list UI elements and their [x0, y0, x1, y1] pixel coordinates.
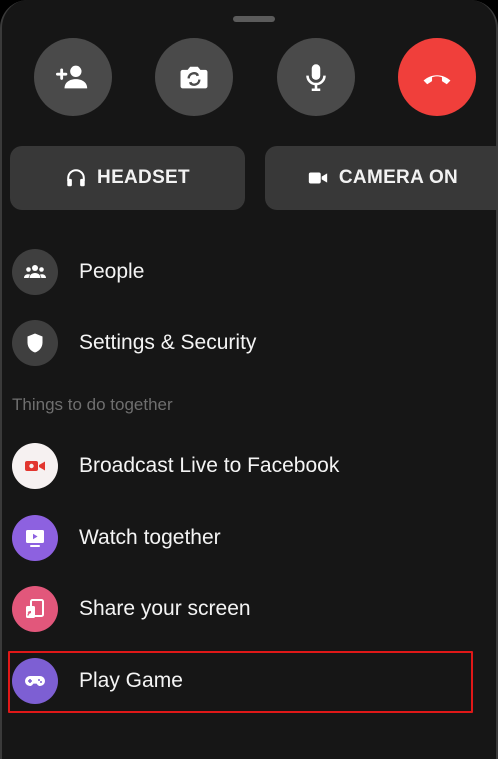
end-call-icon	[423, 75, 451, 85]
menu-item-share-screen[interactable]: Share your screen	[12, 580, 492, 638]
play-game-label: Play Game	[79, 669, 183, 692]
headset-button[interactable]: HEADSET	[10, 146, 245, 210]
watch-icon-badge	[12, 515, 58, 561]
share-screen-label: Share your screen	[79, 597, 251, 620]
menu-item-broadcast-live[interactable]: Broadcast Live to Facebook	[12, 437, 492, 495]
live-video-icon	[25, 461, 45, 471]
gamepad-icon	[25, 676, 45, 686]
people-icon-badge	[12, 249, 58, 295]
sheet-drag-handle[interactable]	[233, 16, 275, 22]
call-options-sheet: HEADSET CAMERA ON People Settings & Secu…	[0, 0, 498, 759]
camera-flip-icon	[180, 66, 208, 89]
tv-play-icon	[26, 530, 44, 547]
camera-on-button[interactable]: CAMERA ON	[265, 146, 496, 210]
add-person-button[interactable]	[34, 38, 112, 116]
end-call-button[interactable]	[398, 38, 476, 116]
share-icon-badge	[12, 586, 58, 632]
screen-share-icon	[26, 599, 44, 618]
settings-security-label: Settings & Security	[79, 331, 257, 354]
person-add-icon	[56, 65, 88, 89]
mic-icon	[306, 64, 326, 92]
menu-item-play-game[interactable]: Play Game	[12, 652, 492, 710]
flip-camera-button[interactable]	[155, 38, 233, 116]
people-label: People	[79, 260, 145, 283]
menu-item-settings-security[interactable]: Settings & Security	[12, 314, 492, 372]
menu-item-people[interactable]: People	[12, 243, 492, 301]
mute-mic-button[interactable]	[277, 38, 355, 116]
broadcast-label: Broadcast Live to Facebook	[79, 454, 340, 477]
video-camera-icon	[308, 172, 328, 184]
watch-together-label: Watch together	[79, 526, 221, 549]
headset-icon	[67, 169, 85, 187]
game-icon-badge	[12, 658, 58, 704]
menu-item-watch-together[interactable]: Watch together	[12, 509, 492, 567]
section-title: Things to do together	[12, 395, 173, 414]
shield-icon-badge	[12, 320, 58, 366]
shield-icon	[27, 333, 43, 353]
broadcast-icon-badge	[12, 443, 58, 489]
camera-label: CAMERA ON	[338, 167, 459, 188]
headset-label: HEADSET	[97, 167, 190, 188]
people-icon	[24, 265, 46, 278]
